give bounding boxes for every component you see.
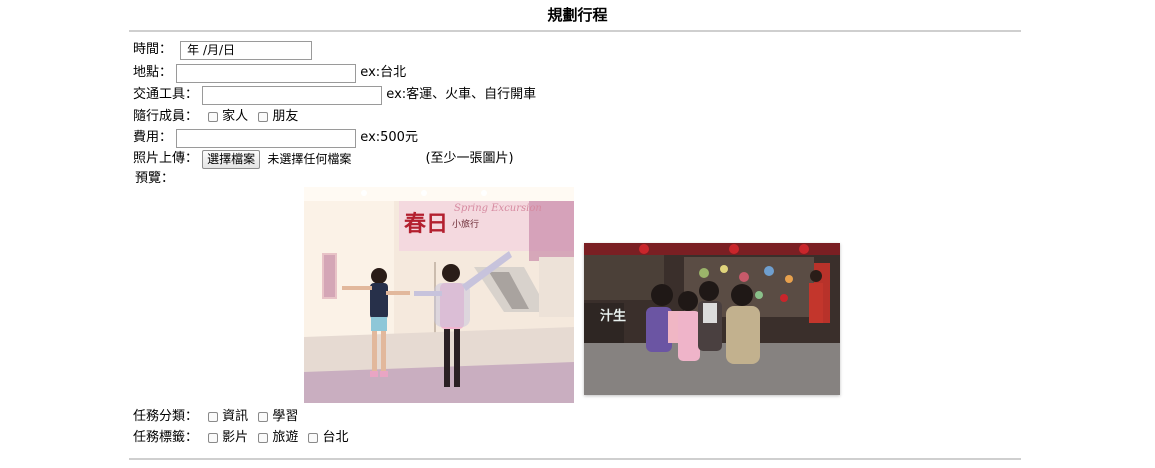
members-family-checkbox[interactable] [208, 112, 219, 122]
members-row: 隨行成員： 家人 朋友 [133, 107, 298, 127]
photo-upload-row: 照片上傳： 選擇檔案 未選擇任何檔案 (至少一張圖片) [133, 149, 514, 169]
photo-upload-note: (至少一張圖片) [425, 151, 514, 166]
preview-row: 預覽： [133, 169, 174, 189]
tag-taipei-label: 台北 [322, 430, 349, 445]
preview-photo-1: 春日 小旅行 Spring Excursion [304, 187, 574, 403]
members-family-label: 家人 [222, 109, 249, 124]
top-divider [129, 30, 1021, 32]
tag-travel-checkbox[interactable] [258, 433, 269, 443]
task-category-row: 任務分類： 資訊 學習 [133, 407, 298, 427]
task-category-label: 任務分類： [133, 409, 199, 424]
transport-input[interactable] [202, 85, 383, 105]
members-friends-label: 朋友 [272, 109, 299, 124]
place-row: 地點： ex:台北 [133, 63, 406, 83]
task-tags-label: 任務標籤： [133, 430, 199, 445]
category-study-checkbox[interactable] [258, 412, 269, 422]
cost-hint: ex:500元 [360, 130, 418, 145]
place-hint: ex:台北 [360, 65, 407, 80]
tag-video-label: 影片 [222, 430, 249, 445]
shop-sign: 汁生 [600, 308, 626, 324]
cost-input[interactable] [176, 128, 357, 148]
time-label: 時間： [133, 42, 173, 57]
cost-row: 費用： ex:500元 [133, 128, 418, 148]
preview-label: 預覽： [135, 171, 175, 186]
preview-photo-2: 汁生 [584, 243, 840, 395]
members-friends-checkbox[interactable] [258, 112, 269, 122]
place-input[interactable] [176, 63, 357, 83]
photo-upload-label: 照片上傳： [133, 151, 199, 166]
time-row: 時間： 年 /月/日 [133, 40, 313, 60]
category-info-label: 資訊 [222, 409, 249, 424]
place-label: 地點： [133, 65, 173, 80]
tag-taipei-checkbox[interactable] [308, 433, 319, 443]
members-label: 隨行成員： [133, 109, 199, 124]
tag-travel-label: 旅遊 [272, 430, 299, 445]
banner-en: Spring Excursion [454, 203, 542, 214]
banner-title: 春日 [404, 211, 448, 237]
date-input[interactable]: 年 /月/日 [180, 40, 313, 60]
file-status: 未選擇任何檔案 [267, 152, 352, 166]
transport-row: 交通工具： ex:客運、火車、自行開車 [133, 85, 536, 105]
cost-label: 費用： [133, 130, 173, 145]
banner-sub: 小旅行 [452, 218, 479, 230]
transport-hint: ex:客運、火車、自行開車 [386, 87, 537, 102]
category-study-label: 學習 [272, 409, 299, 424]
transport-label: 交通工具： [133, 87, 199, 102]
bottom-divider [129, 458, 1021, 460]
task-tags-row: 任務標籤： 影片 旅遊 台北 [133, 428, 348, 448]
page-title: 規劃行程 [547, 6, 608, 24]
choose-file-button[interactable]: 選擇檔案 [202, 149, 261, 169]
category-info-checkbox[interactable] [208, 412, 219, 422]
tag-video-checkbox[interactable] [208, 433, 219, 443]
